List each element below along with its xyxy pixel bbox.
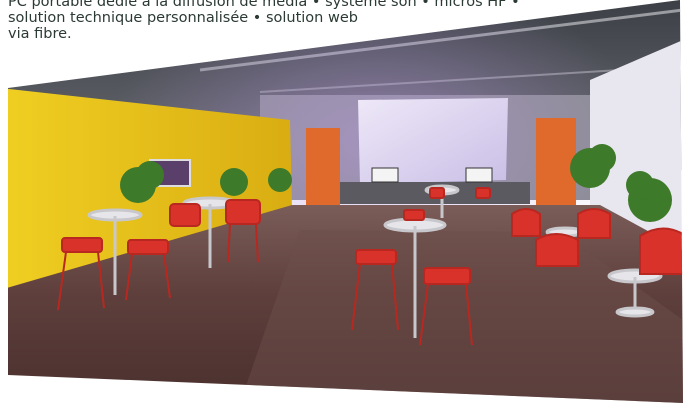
- orange-banner-left: [306, 128, 340, 208]
- orange-banner-right: [536, 118, 576, 210]
- stage-monitor-right: [465, 167, 493, 183]
- stage-monitor-left: [371, 167, 399, 183]
- event-hall-photo: [8, 0, 683, 403]
